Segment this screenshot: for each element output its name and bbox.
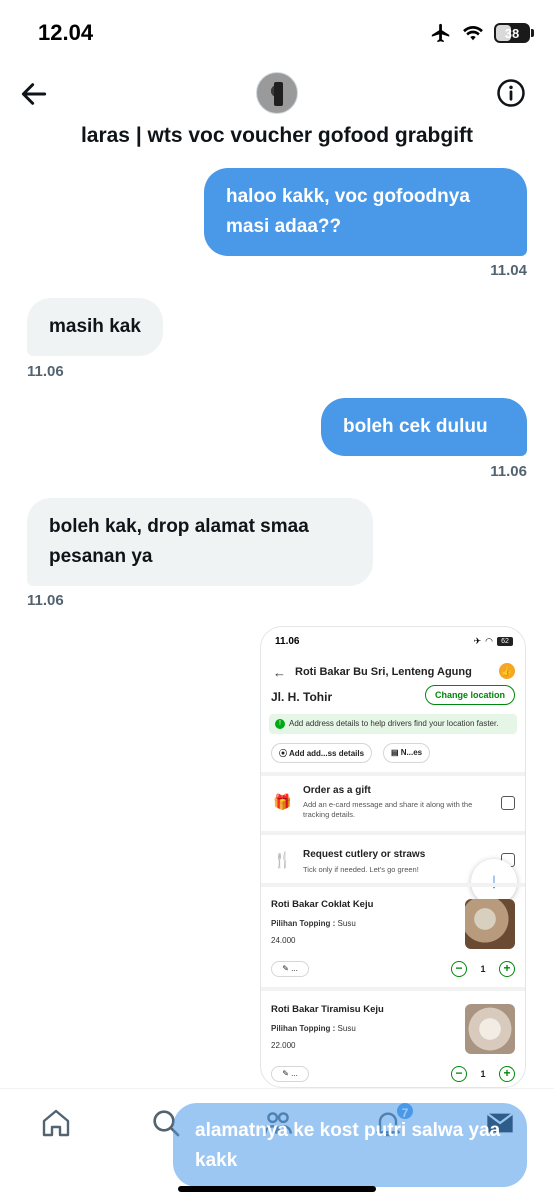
pin-icon: ⦿ [279, 749, 289, 758]
item-price: 22.000 [271, 1041, 296, 1050]
attachment-status-time: 11.06 [275, 636, 300, 647]
quantity-stepper: − 1 + [451, 960, 515, 978]
add-address-details-chip: ⦿ Add add...ss details [271, 743, 373, 763]
status-icons: 38 [430, 22, 534, 44]
status-time: 12.04 [38, 20, 94, 45]
quantity-stepper: − 1 + [451, 1065, 515, 1083]
gift-subtitle: Add an e-card message and share it along… [303, 800, 473, 819]
message-bubble-outgoing[interactable]: boleh cek duluu [321, 398, 527, 456]
cutlery-icon: 🍴 [273, 852, 292, 869]
message-bubble-incoming[interactable]: boleh kak, drop alamat smaa pesanan ya [27, 498, 373, 586]
gift-checkbox [501, 796, 515, 810]
message-timestamp: 11.06 [490, 463, 527, 480]
home-indicator [178, 1186, 376, 1192]
minus-icon: − [451, 1066, 467, 1082]
delivery-address: Jl. H. Tohir [271, 690, 333, 704]
message-bubble-incoming[interactable]: masih kak [27, 298, 163, 356]
restaurant-title: Roti Bakar Bu Sri, Lenteng Agung [295, 666, 472, 678]
airplane-icon: ✈ [473, 636, 482, 646]
edit-note-button: ✎ ... [271, 1066, 309, 1082]
wifi-icon: ◠ [485, 636, 493, 646]
item-name: Roti Bakar Tiramisu Keju [271, 1004, 384, 1015]
back-arrow-icon: ← [273, 665, 286, 680]
battery-level: 38 [504, 25, 520, 41]
note-icon: ▤ [391, 748, 401, 757]
gift-icon: 🎁 [273, 794, 292, 811]
cutlery-subtitle: Tick only if needed. Let's go green! [303, 865, 419, 874]
thumbs-up-icon: 👍 [499, 663, 515, 679]
back-arrow-icon[interactable] [18, 78, 50, 110]
divider [261, 883, 525, 887]
pencil-icon: ✎ [282, 1069, 292, 1078]
battery-icon: 38 [494, 23, 534, 43]
item-image [465, 1004, 515, 1054]
message-timestamp: 11.06 [27, 592, 64, 609]
airplane-icon [431, 23, 450, 43]
address-hint: Add address details to help drivers find… [269, 714, 517, 734]
item-price: 24.000 [271, 936, 296, 945]
battery-icon: 62 [497, 637, 513, 646]
divider [261, 987, 525, 991]
item-image [465, 899, 515, 949]
topping-label: Pilihan Topping : [271, 1024, 336, 1033]
minus-icon: − [451, 961, 467, 977]
notes-chip: ▤ N...es [383, 743, 431, 763]
topping-value: Susu [337, 919, 356, 928]
conversation-header: laras | wts voc voucher gofood grabgift [0, 64, 554, 156]
info-icon[interactable] [496, 78, 526, 108]
avatar[interactable] [256, 72, 298, 114]
message-timestamp: 11.06 [27, 363, 64, 380]
item-name: Roti Bakar Coklat Keju [271, 899, 374, 910]
contact-name[interactable]: laras | wts voc voucher gofood grabgift [0, 124, 554, 148]
gift-title: Order as a gift [303, 785, 371, 796]
image-attachment[interactable]: 11.06 ✈ ◠ 62 ← Roti Bakar Bu Sri, Lenten… [260, 626, 526, 1088]
plus-icon: + [498, 1066, 515, 1082]
topping-label: Pilihan Topping : [271, 919, 336, 928]
item-topping: Pilihan Topping : Susu [271, 1024, 356, 1033]
edit-label: ... [291, 964, 298, 973]
wifi-icon [463, 25, 483, 41]
message-bubble-outgoing[interactable]: haloo kakk, voc gofoodnya masi adaa?? [204, 168, 527, 256]
message-timestamp: 11.04 [490, 262, 527, 279]
item-topping: Pilihan Topping : Susu [271, 919, 356, 928]
chip-label: N...es [400, 748, 423, 757]
quantity-value: 1 [480, 1069, 486, 1079]
attachment-status-icons: ✈ ◠ 62 [474, 636, 513, 647]
status-bar: 12.04 38 [0, 0, 554, 64]
chip-label: Add add...ss details [288, 749, 365, 758]
quantity-value: 1 [480, 964, 486, 974]
divider [261, 831, 525, 835]
plus-icon: + [498, 961, 515, 977]
home-icon[interactable] [40, 1107, 72, 1139]
cutlery-title: Request cutlery or straws [303, 849, 426, 860]
divider [261, 772, 525, 776]
edit-label: ... [291, 1069, 298, 1078]
pencil-icon: ✎ [282, 964, 292, 973]
change-location-button: Change location [424, 685, 515, 705]
edit-note-button: ✎ ... [271, 961, 309, 977]
message-composer[interactable]: alamatnya ke kost putri salwa yaa kakk [173, 1103, 527, 1187]
topping-value: Susu [337, 1024, 356, 1033]
